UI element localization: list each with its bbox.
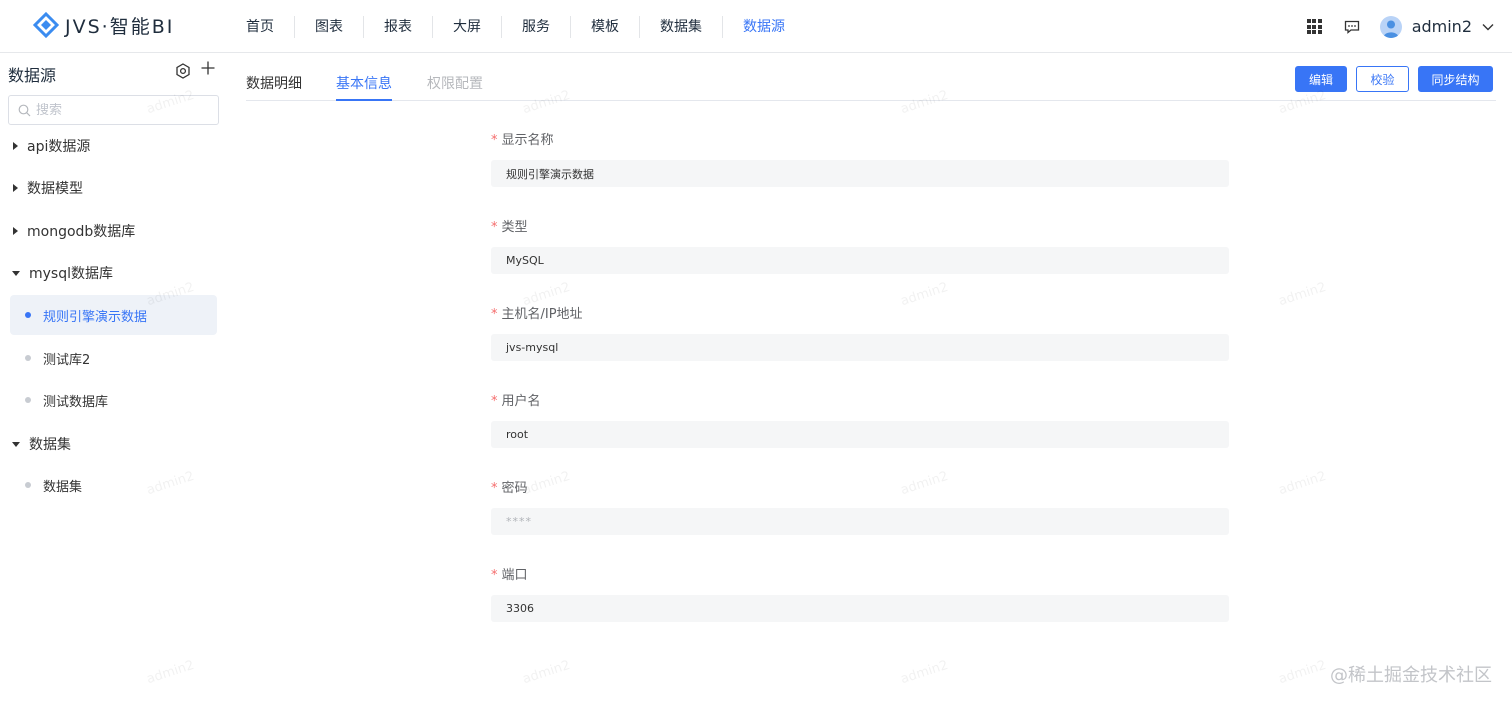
apps-grid-icon[interactable] (1306, 19, 1322, 34)
logo-icon (33, 12, 59, 38)
port-field[interactable]: 3306 (491, 595, 1229, 622)
tree-group-label: api数据源 (27, 139, 91, 155)
tree-item-label: 数据集 (43, 479, 83, 495)
user-avatar-icon (1382, 20, 1399, 38)
search-input[interactable] (36, 102, 206, 118)
caret-right-icon (13, 184, 18, 192)
nav-home[interactable]: 首页 (226, 16, 294, 38)
tab-basic-info[interactable]: 基本信息 (336, 73, 392, 101)
tree-item-dataset[interactable]: 数据集 (10, 465, 217, 505)
tree-item-label: 规则引擎演示数据 (43, 309, 148, 325)
settings-icon[interactable] (175, 63, 191, 79)
message-icon[interactable] (1344, 20, 1360, 34)
nav-templates[interactable]: 模板 (570, 15, 639, 38)
nav-bigscreen[interactable]: 大屏 (432, 15, 501, 38)
verify-button[interactable]: 校验 (1356, 66, 1409, 92)
main-content: 数据明细 基本信息 权限配置 编辑 校验 同步结构 * 显示名称 规则引擎演示数据… (230, 53, 1512, 705)
tree-group-mongodb[interactable]: mongodb数据库 (0, 211, 230, 251)
sidebar-title: 数据源 (8, 66, 57, 85)
tree-group-label: mongodb数据库 (27, 224, 136, 240)
sync-structure-button[interactable]: 同步结构 (1418, 66, 1493, 92)
tree-group-api[interactable]: api数据源 (0, 126, 230, 166)
tab-permissions[interactable]: 权限配置 (427, 73, 483, 101)
tree-group-label: mysql数据库 (29, 266, 113, 282)
caret-right-icon (13, 227, 18, 235)
tree-group-label: 数据模型 (27, 181, 83, 197)
logo[interactable]: JVS·智能BI (33, 10, 174, 40)
nav-charts[interactable]: 图表 (294, 15, 363, 38)
field-label-username: * 用户名 (491, 394, 541, 409)
dot-icon (25, 397, 31, 403)
tree-group-dataset[interactable]: 数据集 (0, 424, 230, 464)
tab-data-detail[interactable]: 数据明细 (246, 73, 302, 101)
avatar[interactable] (1379, 15, 1402, 38)
top-navbar: JVS·智能BI 首页 图表 报表 大屏 服务 模板 数据集 数据源 admin… (0, 0, 1512, 53)
field-label-port: * 端口 (491, 568, 528, 583)
search-box[interactable] (8, 95, 219, 125)
chevron-down-icon[interactable] (1482, 23, 1494, 31)
tree-item-rule-engine-demo[interactable]: 规则引擎演示数据 (10, 295, 217, 335)
nav-datasets[interactable]: 数据集 (639, 15, 722, 38)
caret-down-icon (12, 270, 20, 276)
dot-icon (25, 312, 31, 318)
user-area: admin2 (1306, 0, 1494, 53)
tree-item-label: 测试库2 (43, 352, 91, 368)
host-field[interactable]: jvs-mysql (491, 334, 1229, 361)
field-label-type: * 类型 (491, 220, 528, 235)
tree-group-label: 数据集 (29, 437, 71, 453)
dot-icon (25, 482, 31, 488)
brand-name: JVS·智能BI (65, 15, 175, 38)
display-name-field[interactable]: 规则引擎演示数据 (491, 160, 1229, 187)
password-field[interactable]: **** (491, 508, 1229, 535)
user-name[interactable]: admin2 (1412, 17, 1472, 36)
nav-services[interactable]: 服务 (501, 15, 570, 38)
field-label-host: * 主机名/IP地址 (491, 307, 583, 322)
add-icon[interactable] (201, 61, 215, 75)
tree-group-data-model[interactable]: 数据模型 (0, 168, 230, 208)
dot-icon (25, 355, 31, 361)
sidebar: 数据源 api数据源 数据模型 mongodb数据库 mysql数据库 规则引擎… (0, 53, 230, 705)
field-label-display-name: * 显示名称 (491, 133, 554, 148)
nav-datasources[interactable]: 数据源 (722, 15, 805, 38)
username-field[interactable]: root (491, 421, 1229, 448)
tree-item-test-db2[interactable]: 测试库2 (10, 338, 217, 378)
main-nav: 首页 图表 报表 大屏 服务 模板 数据集 数据源 (226, 0, 805, 53)
type-field[interactable]: MySQL (491, 247, 1229, 274)
tree-item-test-database[interactable]: 测试数据库 (10, 380, 217, 420)
footer-brand: @稀土掘金技术社区 (1330, 665, 1492, 686)
search-icon (18, 104, 31, 116)
field-label-password: * 密码 (491, 481, 528, 496)
nav-reports[interactable]: 报表 (363, 15, 432, 38)
tree-group-mysql[interactable]: mysql数据库 (0, 253, 230, 293)
edit-button[interactable]: 编辑 (1295, 66, 1347, 92)
caret-right-icon (13, 142, 18, 150)
caret-down-icon (12, 441, 20, 447)
tree-item-label: 测试数据库 (43, 394, 109, 410)
